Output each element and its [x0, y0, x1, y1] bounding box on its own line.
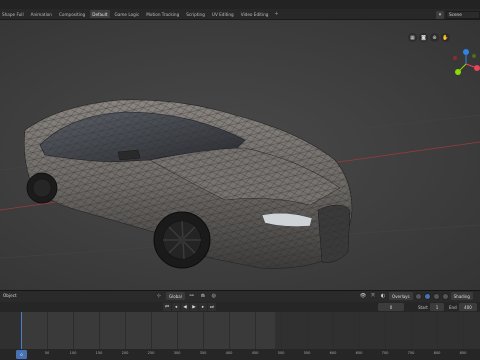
car-model[interactable] — [23, 99, 353, 269]
navigation-gizmo[interactable] — [452, 48, 480, 78]
frame-ruler[interactable]: 50 100 150 200 250 300 350 400 450 500 550 600 650 70… — [0, 349, 480, 360]
timeline-grid-line — [411, 312, 412, 349]
frame-range-highlight — [21, 312, 275, 349]
solid-shading-icon[interactable] — [423, 292, 431, 300]
current-frame-field[interactable]: 0 — [378, 303, 404, 311]
frame-tick-label: 650 — [355, 351, 363, 355]
frame-tick-label: 200 — [121, 351, 129, 355]
reverse-play-icon[interactable]: ◀ — [181, 303, 189, 311]
frame-tick-label: 50 — [44, 351, 50, 355]
frame-tick-label: 850 — [459, 351, 467, 355]
timeline-grid-line — [125, 312, 126, 349]
viewport-scene — [0, 99, 480, 269]
transform-controls: ⊹ Global ⚯ ⋒ ◎ — [155, 292, 218, 300]
timeline-grid-line — [385, 312, 386, 349]
tab-compositing[interactable]: Compositing — [57, 10, 87, 18]
step-back-icon[interactable]: ◂ — [172, 303, 180, 311]
frame-tick-label: 750 — [407, 351, 415, 355]
timeline-grid-line — [229, 312, 230, 349]
tab-animation[interactable]: Animation — [29, 10, 54, 18]
end-frame-field[interactable]: 400 — [459, 303, 477, 311]
workspace-tab-bar: Shape Full Animation Compositing Default… — [0, 9, 480, 20]
link-icon[interactable]: ⚯ — [188, 292, 196, 300]
grid-view-icon[interactable]: ▦ — [408, 33, 417, 42]
timeline-grid-line — [99, 312, 100, 349]
frame-tick-label: 550 — [303, 351, 311, 355]
3d-viewport[interactable]: ▦ ◙ ⊕ ✋ — [0, 20, 480, 290]
tab-game-logic[interactable]: Game Logic — [113, 10, 142, 18]
play-icon[interactable]: ▶ — [190, 303, 198, 311]
hand-icon[interactable]: ✋ — [441, 33, 450, 42]
gizmo-toggle-icon[interactable]: ⤧ — [369, 292, 377, 300]
timeline-grid-line — [437, 312, 438, 349]
viewport-shading-controls: 👁 ⤧ ◐ Overlays Shading — [359, 292, 473, 300]
timeline-grid-line — [177, 312, 178, 349]
shading-dropdown[interactable]: Shading — [450, 292, 473, 300]
timeline-grid-line — [359, 312, 360, 349]
tab-motion-tracking[interactable]: Motion Tracking — [144, 10, 181, 18]
timeline-grid-line — [281, 312, 282, 349]
gizmo-y — [455, 69, 461, 75]
zoom-icon[interactable]: ⊕ — [430, 33, 439, 42]
playhead-frame-indicator[interactable]: 0 — [16, 350, 27, 359]
timeline-grid-line — [255, 312, 256, 349]
rendered-shading-icon[interactable] — [441, 292, 449, 300]
start-label: Start — [418, 304, 428, 310]
scene-name-field[interactable]: Scene — [446, 10, 480, 19]
frame-tick-label: 450 — [251, 351, 259, 355]
frame-tick-label: 800 — [433, 351, 441, 355]
timeline-grid-line — [333, 312, 334, 349]
overlays-icon[interactable]: ◐ — [379, 292, 387, 300]
timeline-header: Object ⊹ Global ⚯ ⋒ ◎ 👁 ⤧ ◐ Overlays Sha… — [0, 290, 480, 302]
material-shading-icon[interactable] — [432, 292, 440, 300]
add-workspace-button[interactable]: + — [274, 11, 278, 17]
visibility-icon[interactable]: 👁 — [359, 292, 367, 300]
jump-start-icon[interactable]: ⏮ — [163, 303, 171, 311]
timeline-grid-line — [307, 312, 308, 349]
timeline-grid-line — [151, 312, 152, 349]
gizmo-z — [463, 49, 469, 55]
top-header — [0, 0, 480, 9]
frame-tick-label: 350 — [199, 351, 207, 355]
end-label: End — [449, 304, 457, 310]
frame-tick-label: 600 — [329, 351, 337, 355]
frame-tick-label: 500 — [277, 351, 285, 355]
frame-tick-label: 100 — [69, 351, 77, 355]
timeline-grid-line — [73, 312, 74, 349]
gizmo-x — [474, 65, 480, 71]
object-mode-label[interactable]: Object — [3, 293, 17, 298]
start-frame-field[interactable]: 1 — [430, 303, 444, 311]
magnet-icon[interactable]: ⋒ — [199, 292, 207, 300]
tab-video-editing[interactable]: Video Editing — [239, 10, 271, 18]
frame-tick-label: 150 — [95, 351, 103, 355]
side-mirror — [117, 149, 141, 161]
frame-tick-label: 300 — [173, 351, 181, 355]
frame-tick-label: 250 — [147, 351, 155, 355]
viewport-nav-buttons: ▦ ◙ ⊕ ✋ — [408, 33, 450, 42]
overlays-dropdown[interactable]: Overlays — [389, 292, 413, 300]
tab-default[interactable]: Default — [90, 10, 110, 18]
scene-icon[interactable]: ▾ — [436, 10, 444, 19]
wireframe-shading-icon[interactable] — [414, 292, 422, 300]
scene-selector: ▾ Scene — [436, 10, 480, 19]
frame-tick-label: 700 — [381, 351, 389, 355]
timeline-grid-line — [463, 312, 464, 349]
transform-orientation-dropdown[interactable]: Global — [166, 292, 185, 300]
proportional-icon[interactable]: ◎ — [210, 292, 218, 300]
timeline-area[interactable]: 50 100 150 200 250 300 350 400 450 500 550 600 650 70… — [0, 312, 480, 360]
camera-icon[interactable]: ◙ — [419, 33, 428, 42]
frame-tick-label: 400 — [225, 351, 233, 355]
tab-uv-editing[interactable]: UV Editing — [210, 10, 236, 18]
step-forward-icon[interactable]: ▸ — [199, 303, 207, 311]
playback-controls: ⏮ ◂ ◀ ▶ ▸ ⏭ 0 Start 1 End 400 — [0, 302, 480, 312]
pivot-icon[interactable]: ⊹ — [155, 292, 163, 300]
jump-end-icon[interactable]: ⏭ — [208, 303, 216, 311]
timeline-grid-line — [47, 312, 48, 349]
tab-scripting[interactable]: Scripting — [184, 10, 207, 18]
timeline-grid-line — [203, 312, 204, 349]
tab-shape-full[interactable]: Shape Full — [0, 10, 26, 18]
